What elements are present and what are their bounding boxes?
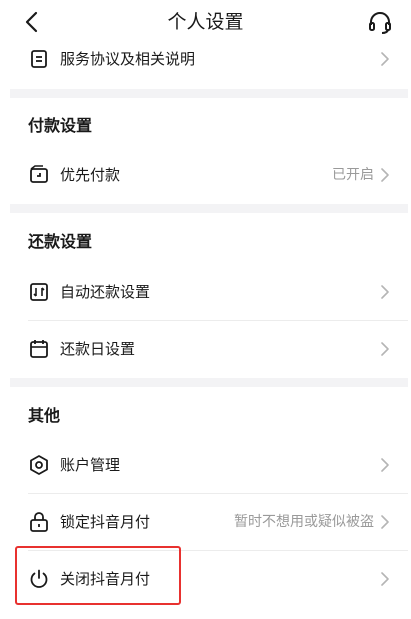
priority-payment-status: 已开启: [332, 167, 374, 183]
priority-payment-row[interactable]: 优先付款 已开启: [10, 147, 408, 203]
auto-repay-label: 自动还款设置: [60, 283, 151, 301]
account-manage-label: 账户管理: [60, 456, 121, 474]
section-title-payment: 付款设置: [28, 116, 93, 135]
wallet-icon: [30, 165, 48, 183]
section-separator: [10, 89, 408, 98]
document-icon: [31, 50, 47, 68]
highlight-box: [15, 546, 181, 605]
lock-row[interactable]: 锁定抖音月付 暂时不想用或疑似被盗: [10, 494, 408, 550]
chevron-right-icon: [381, 572, 389, 586]
repay-date-label: 还款日设置: [60, 340, 136, 358]
calendar-icon: [30, 340, 48, 358]
shield-settings-icon: [30, 455, 48, 475]
lock-label: 锁定抖音月付: [60, 513, 151, 531]
service-agreement-label: 服务协议及相关说明: [60, 50, 196, 68]
chevron-right-icon: [381, 458, 389, 472]
priority-payment-label: 优先付款: [60, 166, 121, 184]
section-separator: [10, 378, 408, 387]
account-manage-row[interactable]: 账户管理: [10, 437, 408, 493]
section-separator: [10, 204, 408, 213]
section-title-other: 其他: [28, 406, 61, 425]
lock-hint: 暂时不想用或疑似被盗: [234, 514, 374, 530]
auto-repay-row[interactable]: 自动还款设置: [10, 264, 408, 320]
service-agreement-row[interactable]: 服务协议及相关说明: [10, 31, 408, 87]
chevron-right-icon: [381, 342, 389, 356]
auto-repay-icon: [30, 283, 48, 301]
chevron-right-icon: [381, 515, 389, 529]
section-title-repayment: 还款设置: [28, 232, 93, 251]
chevron-right-icon: [381, 285, 389, 299]
repay-date-row[interactable]: 还款日设置: [10, 321, 408, 377]
lock-icon: [30, 512, 48, 532]
chevron-right-icon: [381, 168, 389, 182]
chevron-right-icon: [381, 52, 389, 66]
